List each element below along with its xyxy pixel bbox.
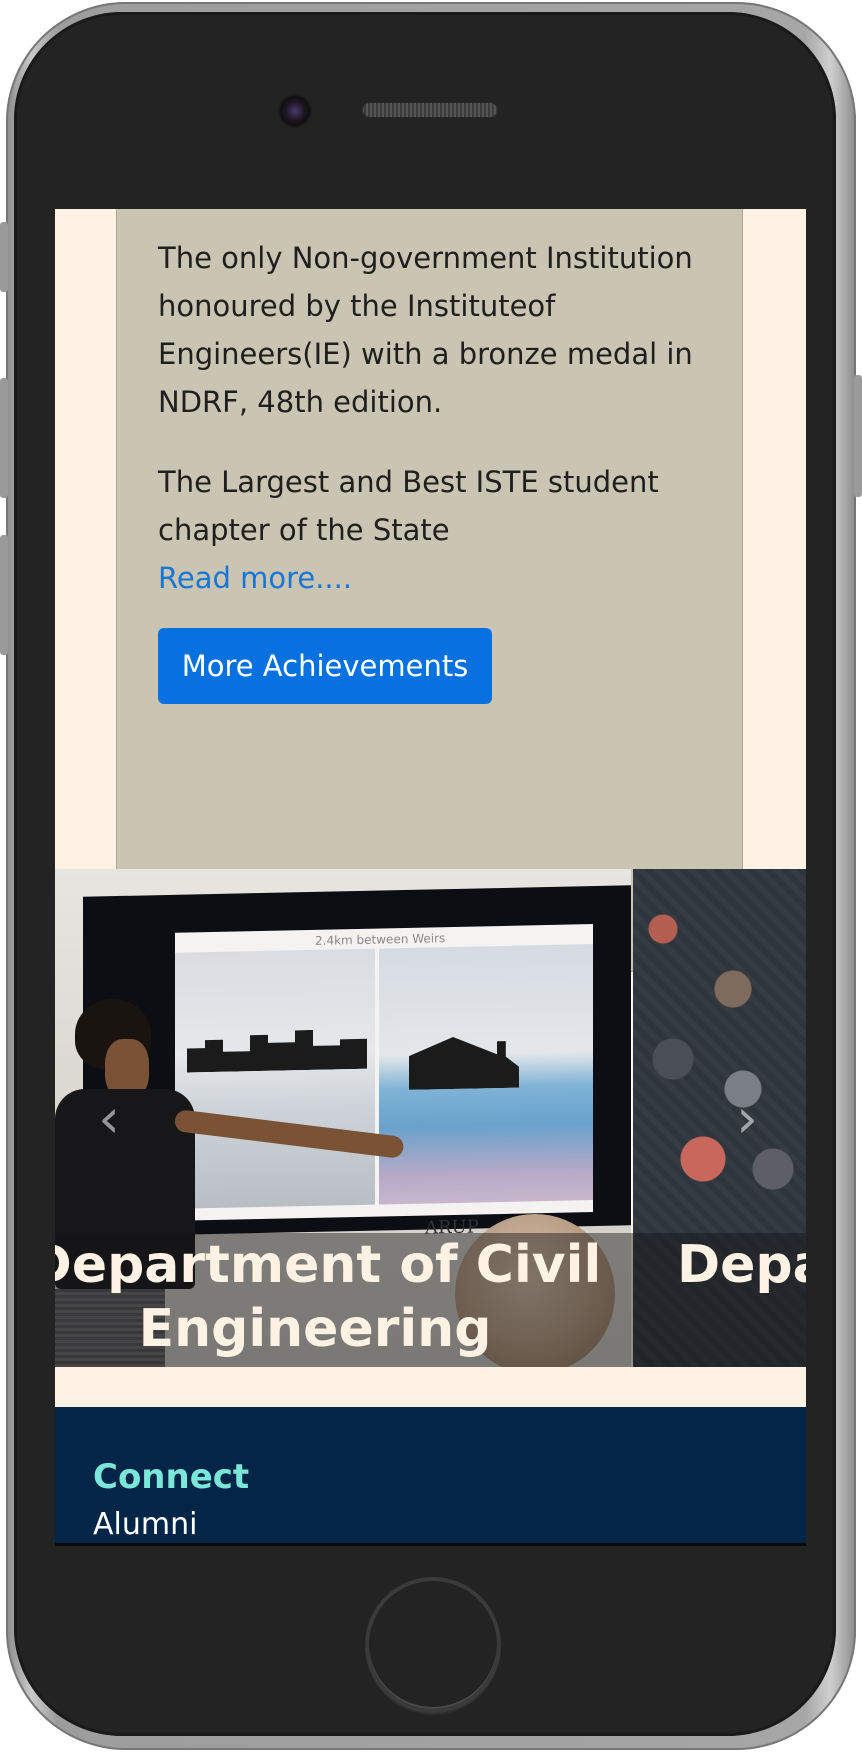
front-camera-icon [280,96,310,126]
earpiece-speaker [362,102,498,118]
footer-heading-connect: Connect [93,1457,250,1497]
achievements-card: The only Non-government Institution hono… [116,209,743,972]
screen-caption: 2.4km between Weirs [315,931,446,948]
footer-link-alumni[interactable]: Alumni [93,1507,197,1542]
site-footer: Connect Alumni [55,1407,806,1546]
more-achievements-button[interactable]: More Achievements [158,628,492,704]
phone-screen: The only Non-government Institution hono… [55,209,806,1546]
read-more-link[interactable]: Read more.... [158,554,352,602]
mute-switch [0,222,8,292]
slide-title-second: Depa [677,1235,806,1295]
achievement-text-ie-medal: The only Non-government Institution hono… [158,241,693,419]
chevron-right-icon[interactable]: › [727,1092,767,1146]
volume-up-button [0,378,8,498]
power-button [854,375,862,497]
achievement-text-iste: The Largest and Best ISTE student chapte… [158,465,659,547]
chevron-left-icon[interactable]: ‹ [89,1092,129,1146]
departments-carousel[interactable]: 2.4km between Weirs ARUP Department of C… [55,869,806,1367]
volume-down-button [0,535,8,655]
home-button[interactable] [365,1577,501,1713]
